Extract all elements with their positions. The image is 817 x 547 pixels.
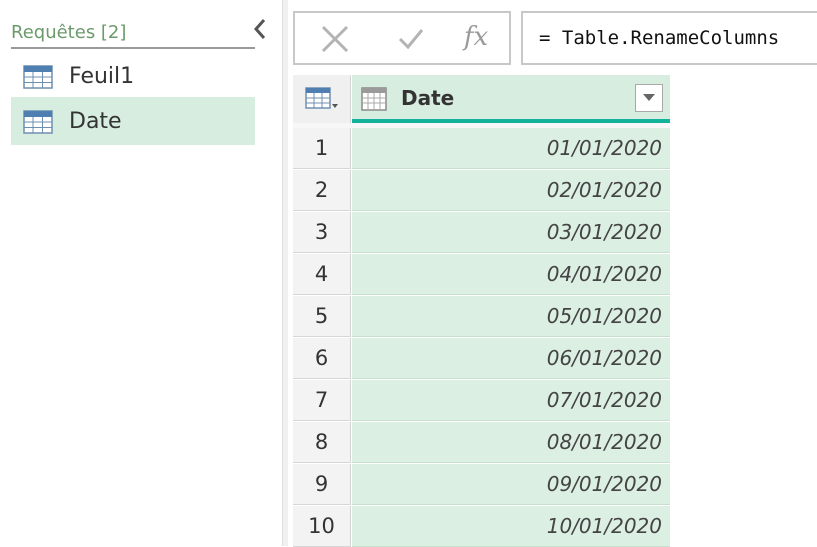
- table-cell[interactable]: 10/01/2020: [352, 506, 670, 547]
- table-icon: [23, 110, 53, 134]
- row-number[interactable]: 9: [293, 464, 351, 505]
- table-cell[interactable]: 09/01/2020: [352, 464, 670, 505]
- row-number[interactable]: 2: [293, 170, 351, 211]
- query-item-label: Date: [69, 108, 122, 134]
- collapse-pane-button[interactable]: [248, 15, 272, 43]
- row-number[interactable]: 10: [293, 506, 351, 547]
- table-cell[interactable]: 04/01/2020: [352, 254, 670, 295]
- table-cell[interactable]: 08/01/2020: [352, 422, 670, 463]
- query-item-feuil1[interactable]: Feuil1: [11, 52, 255, 100]
- table-cell[interactable]: 06/01/2020: [352, 338, 670, 379]
- chevron-left-icon: [253, 19, 266, 39]
- checkmark-icon: [398, 29, 424, 50]
- column-filter-button[interactable]: [635, 84, 663, 112]
- table-cell[interactable]: 05/01/2020: [352, 296, 670, 337]
- fx-label: fx: [463, 22, 489, 52]
- table-cell[interactable]: 01/01/2020: [352, 128, 670, 169]
- date-type-icon: [361, 87, 387, 111]
- table-cell[interactable]: 03/01/2020: [352, 212, 670, 253]
- queries-pane: Requêtes [2] Feuil1 Date: [0, 0, 282, 546]
- row-number[interactable]: 7: [293, 380, 351, 421]
- cancel-button[interactable]: [319, 23, 351, 55]
- table-icon: [23, 65, 53, 89]
- pane-splitter[interactable]: [282, 0, 288, 546]
- query-item-label: Feuil1: [69, 63, 135, 89]
- row-number[interactable]: 1: [293, 128, 351, 169]
- table-menu-icon: [305, 87, 338, 109]
- formula-text: = Table.RenameColumns: [539, 27, 780, 49]
- queries-pane-title: Requêtes [2]: [11, 22, 127, 43]
- row-number[interactable]: 6: [293, 338, 351, 379]
- fx-button[interactable]: fx: [460, 21, 492, 53]
- query-item-date[interactable]: Date: [11, 97, 255, 145]
- table-cell[interactable]: 02/01/2020: [352, 170, 670, 211]
- row-number[interactable]: 3: [293, 212, 351, 253]
- pane-title-divider: [11, 47, 255, 49]
- close-icon: [321, 25, 349, 53]
- column-header-label: Date: [401, 86, 455, 110]
- row-number[interactable]: 4: [293, 254, 351, 295]
- formula-buttons: fx: [293, 11, 511, 65]
- table-menu-button[interactable]: [293, 75, 351, 123]
- row-number[interactable]: 8: [293, 422, 351, 463]
- commit-button[interactable]: [395, 23, 427, 55]
- table-cell[interactable]: 07/01/2020: [352, 380, 670, 421]
- chevron-down-icon: [643, 94, 655, 101]
- row-number[interactable]: 5: [293, 296, 351, 337]
- formula-input[interactable]: = Table.RenameColumns: [521, 11, 817, 65]
- column-header-date[interactable]: Date: [352, 75, 670, 123]
